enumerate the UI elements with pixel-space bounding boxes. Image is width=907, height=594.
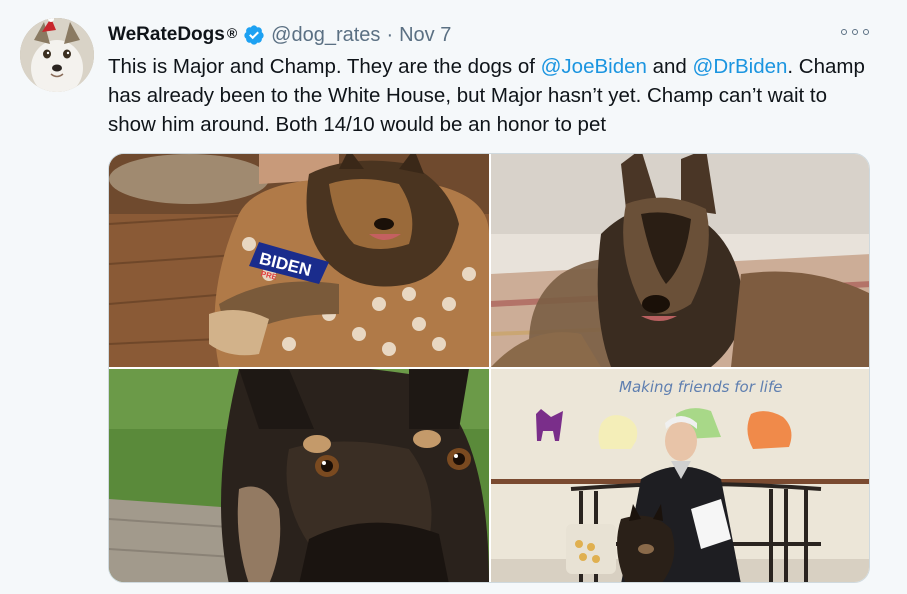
tweet-text: This is Major and Champ. They are the do…: [108, 52, 868, 139]
author-name[interactable]: WeRateDogs: [108, 24, 225, 46]
photo-biden-with-major[interactable]: Making friends for life: [491, 369, 869, 582]
author-avatar[interactable]: [20, 18, 94, 92]
more-dot: [841, 29, 847, 35]
photo-image: [491, 154, 869, 367]
photo-major-closeup[interactable]: [109, 369, 489, 582]
separator-dot: ·: [386, 23, 394, 46]
tweet-text-part: and: [646, 55, 693, 78]
photo-image: [109, 369, 489, 582]
tweet-date[interactable]: Nov 7: [399, 24, 451, 47]
photo-champ-on-rug[interactable]: [491, 154, 869, 367]
verified-badge-icon: [244, 25, 264, 45]
more-dot: [852, 29, 858, 35]
photo-caption: Making friends for life: [619, 378, 782, 396]
dog-avatar-image: [20, 18, 94, 92]
more-dot: [863, 29, 869, 35]
photo-champ-on-bed[interactable]: BIDEN PRE: [109, 154, 489, 367]
media-grid: BIDEN PRE Making friends for life: [108, 153, 870, 583]
registered-mark: ®: [226, 25, 238, 41]
photo-image: BIDEN PRE: [109, 154, 489, 367]
tweet[interactable]: WeRateDogs ® @dog_rates · Nov 7 This is …: [0, 0, 907, 594]
tweet-header: WeRateDogs ® @dog_rates · Nov 7: [108, 20, 451, 50]
tweet-text-part: This is Major and Champ. They are the do…: [108, 55, 541, 78]
mention-link[interactable]: @DrBiden: [693, 55, 788, 78]
author-handle[interactable]: @dog_rates: [271, 24, 380, 47]
photo-image: Making friends for life: [491, 369, 869, 582]
more-options-icon[interactable]: [841, 24, 869, 40]
mention-link[interactable]: @JoeBiden: [541, 55, 647, 78]
